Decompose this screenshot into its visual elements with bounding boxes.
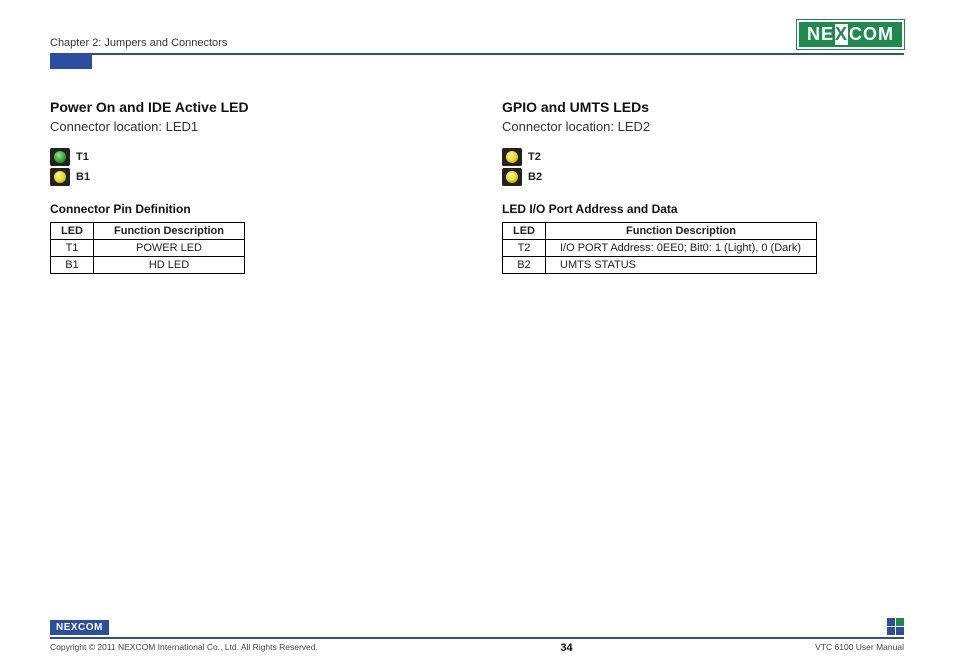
logo-text-ne: NE (807, 24, 834, 45)
nexcom-logo: NEXCOM (797, 20, 904, 49)
header-rule (50, 53, 904, 55)
led-chip (502, 168, 522, 186)
led-block-left: T1 B1 (50, 148, 452, 186)
led-indicator-yellow (506, 151, 518, 163)
table-header-row: LED Function Description (51, 223, 245, 240)
led-label: T2 (528, 151, 541, 163)
footer-corner-icon (887, 618, 904, 635)
led-chip (50, 168, 70, 186)
footer-top: NEXCOM (50, 618, 904, 635)
td-led: B1 (51, 257, 94, 274)
led-label: T1 (76, 151, 89, 163)
led-chip (502, 148, 522, 166)
copyright-text: Copyright © 2011 NEXCOM International Co… (50, 642, 318, 654)
left-column: Power On and IDE Active LED Connector lo… (50, 99, 452, 274)
td-desc: I/O PORT Address: 0EE0; Bit0: 1 (Light),… (546, 240, 817, 257)
led-label: B2 (528, 171, 542, 183)
th-desc: Function Description (94, 223, 245, 240)
right-column: GPIO and UMTS LEDs Connector location: L… (502, 99, 904, 274)
manual-name: VTC 6100 User Manual (815, 642, 904, 654)
header-tab (50, 55, 92, 69)
table-row: T1 POWER LED (51, 240, 245, 257)
td-led: T1 (51, 240, 94, 257)
td-desc: POWER LED (94, 240, 245, 257)
led-row: B1 (50, 168, 452, 186)
led-chip (50, 148, 70, 166)
table-header-row: LED Function Description (503, 223, 817, 240)
table-row: B2 UMTS STATUS (503, 257, 817, 274)
led-row: T2 (502, 148, 904, 166)
pin-table-left: LED Function Description T1 POWER LED B1… (50, 222, 245, 274)
footer-bottom: Copyright © 2011 NEXCOM International Co… (50, 642, 904, 654)
page-footer: NEXCOM Copyright © 2011 NEXCOM Internati… (50, 618, 904, 654)
td-desc: UMTS STATUS (546, 257, 817, 274)
led-indicator-yellow (506, 171, 518, 183)
led-indicator-green (54, 151, 66, 163)
pin-table-right: LED Function Description T2 I/O PORT Add… (502, 222, 817, 274)
led-block-right: T2 B2 (502, 148, 904, 186)
th-desc: Function Description (546, 223, 817, 240)
td-desc: HD LED (94, 257, 245, 274)
th-led: LED (51, 223, 94, 240)
connector-location-right: Connector location: LED2 (502, 119, 904, 134)
page-header: Chapter 2: Jumpers and Connectors NEXCOM (50, 20, 904, 49)
footer-rule (50, 637, 904, 639)
led-row: B2 (502, 168, 904, 186)
led-label: B1 (76, 171, 90, 183)
section-title-right: GPIO and UMTS LEDs (502, 99, 904, 115)
table-title-right: LED I/O Port Address and Data (502, 202, 904, 216)
page-number: 34 (560, 642, 572, 654)
footer-logo: NEXCOM (50, 620, 109, 635)
logo-text-x: X (835, 24, 848, 45)
chapter-title: Chapter 2: Jumpers and Connectors (50, 37, 227, 49)
logo-text-com: COM (849, 24, 894, 45)
connector-location-left: Connector location: LED1 (50, 119, 452, 134)
section-title-left: Power On and IDE Active LED (50, 99, 452, 115)
td-led: B2 (503, 257, 546, 274)
table-row: B1 HD LED (51, 257, 245, 274)
led-row: T1 (50, 148, 452, 166)
td-led: T2 (503, 240, 546, 257)
table-row: T2 I/O PORT Address: 0EE0; Bit0: 1 (Ligh… (503, 240, 817, 257)
led-indicator-yellow (54, 171, 66, 183)
table-title-left: Connector Pin Definition (50, 202, 452, 216)
main-content: Power On and IDE Active LED Connector lo… (50, 99, 904, 274)
th-led: LED (503, 223, 546, 240)
